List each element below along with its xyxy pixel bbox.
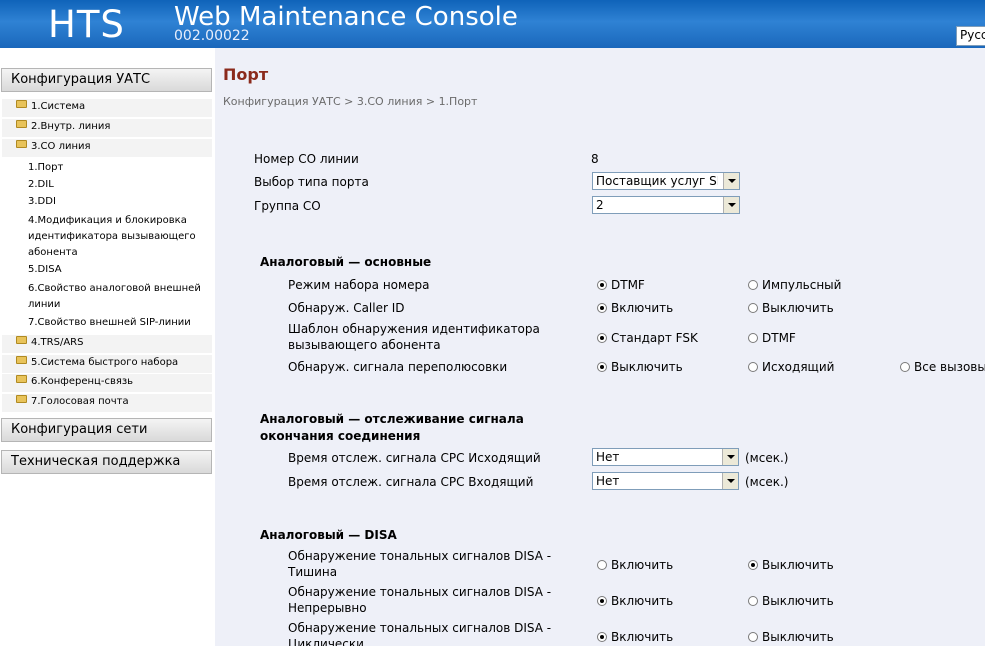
cpc-outgoing-select[interactable]: Нет (592, 448, 739, 466)
port-type-label: Выбор типа порта (254, 175, 369, 189)
sidebar-item-speed-dial[interactable]: 5.Система быстрого набора (2, 355, 212, 373)
sidebar-item-trs-ars[interactable]: 4.TRS/ARS (2, 335, 212, 353)
section-cpc-title: Аналоговый — отслеживание сигнала окончан… (260, 412, 524, 443)
disa-silence-enable-radio[interactable]: Включить (597, 558, 673, 572)
chevron-down-icon (723, 173, 739, 189)
sidebar-subitem-dil[interactable]: 2.DIL (28, 177, 212, 193)
folder-icon (16, 120, 27, 128)
breadcrumb: Конфигурация УАТС > 3.CO линия > 1.Порт (223, 95, 478, 108)
section-disa-title: Аналоговый — DISA (260, 528, 397, 542)
co-number-value: 8 (591, 152, 599, 166)
folder-icon (16, 375, 27, 383)
folder-icon (16, 100, 27, 108)
hts-logo: HTS (48, 3, 125, 46)
sidebar-subitem-cli-mod[interactable]: 4.Модификация и блокировка идентификатор… (28, 213, 212, 261)
language-select[interactable]: Русс (956, 26, 985, 46)
reversal-outgoing-radio[interactable]: Исходящий (748, 360, 834, 374)
dial-mode-dtmf-radio[interactable]: DTMF (597, 278, 645, 292)
sidebar-section-tech-support[interactable]: Техническая поддержка (1, 450, 212, 474)
sidebar-subitem-ddi[interactable]: 3.DDI (28, 194, 212, 210)
cpc-incoming-label: Время отслеж. сигнала CPC Входящий (288, 475, 534, 489)
co-number-label: Номер CO линии (254, 152, 359, 166)
sidebar-item-co-line[interactable]: 3.CO линия (2, 139, 212, 157)
disa-continuous-label: Обнаружение тональных сигналов DISA - Неп… (288, 585, 552, 615)
caller-id-label: Обнаруж. Caller ID (288, 301, 405, 315)
disa-cyclic-enable-radio[interactable]: Включить (597, 630, 673, 644)
caller-id-enable-radio[interactable]: Включить (597, 301, 673, 315)
chevron-down-icon (722, 449, 738, 465)
sidebar-subitem-analog-prop[interactable]: 6.Свойство аналоговой внешней линии (28, 281, 212, 313)
header-bar: HTS Web Maintenance Console 002.00022 Ру… (0, 0, 985, 48)
sidebar-subitem-sip-prop[interactable]: 7.Свойство внешней SIP-линии (28, 315, 212, 331)
co-group-label: Группа CO (254, 199, 321, 213)
sidebar-subitem-port[interactable]: 1.Порт (28, 160, 212, 176)
cpc-outgoing-unit: (мсек.) (745, 451, 789, 465)
section-analog-basic-title: Аналоговый — основные (260, 255, 432, 269)
disa-cyclic-label: Обнаружение тональных сигналов DISA - Цик… (288, 621, 552, 646)
app-version: 002.00022 (174, 28, 250, 44)
cli-pattern-dtmf-radio[interactable]: DTMF (748, 331, 796, 345)
port-type-select[interactable]: Поставщик услуг SIP - (592, 172, 740, 190)
sidebar-item-voicemail[interactable]: 7.Голосовая почта (2, 394, 212, 412)
disa-silence-label: Обнаружение тональных сигналов DISA - Тиш… (288, 549, 552, 579)
sidebar-item-extension[interactable]: 2.Внутр. линия (2, 119, 212, 137)
disa-silence-disable-radio[interactable]: Выключить (748, 558, 834, 572)
cli-pattern-fsk-radio[interactable]: Стандарт FSK (597, 331, 698, 345)
cpc-incoming-select[interactable]: Нет (592, 472, 739, 490)
folder-icon (16, 140, 27, 148)
co-group-select[interactable]: 2 (592, 196, 740, 214)
dial-mode-pulse-radio[interactable]: Импульсный (748, 278, 841, 292)
main-content: Порт Конфигурация УАТС > 3.CO линия > 1.… (215, 48, 985, 646)
folder-icon (16, 336, 27, 344)
reversal-all-calls-radio[interactable]: Все вызовы (900, 360, 985, 374)
page-title: Порт (223, 65, 269, 84)
reversal-detect-label: Обнаруж. сигнала переполюсовки (288, 360, 508, 374)
chevron-down-icon (722, 473, 738, 489)
cli-pattern-label: Шаблон обнаружения идентификатора вызываю… (288, 322, 540, 352)
disa-cyclic-disable-radio[interactable]: Выключить (748, 630, 834, 644)
disa-continuous-disable-radio[interactable]: Выключить (748, 594, 834, 608)
cpc-incoming-unit: (мсек.) (745, 475, 789, 489)
sidebar: Конфигурация УАТС 1.Система 2.Внутр. лин… (0, 48, 215, 646)
sidebar-section-network-config[interactable]: Конфигурация сети (1, 418, 212, 442)
caller-id-disable-radio[interactable]: Выключить (748, 301, 834, 315)
chevron-down-icon (723, 197, 739, 213)
folder-icon (16, 356, 27, 364)
sidebar-section-pbx-config[interactable]: Конфигурация УАТС (1, 68, 212, 92)
reversal-disable-radio[interactable]: Выключить (597, 360, 683, 374)
folder-icon (16, 395, 27, 403)
sidebar-subitem-disa[interactable]: 5.DISA (28, 262, 212, 278)
cpc-outgoing-label: Время отслеж. сигнала CPC Исходящий (288, 451, 541, 465)
disa-continuous-enable-radio[interactable]: Включить (597, 594, 673, 608)
sidebar-item-conference[interactable]: 6.Конференц-связь (2, 374, 212, 392)
sidebar-item-system[interactable]: 1.Система (2, 99, 212, 117)
dial-mode-label: Режим набора номера (288, 278, 430, 292)
